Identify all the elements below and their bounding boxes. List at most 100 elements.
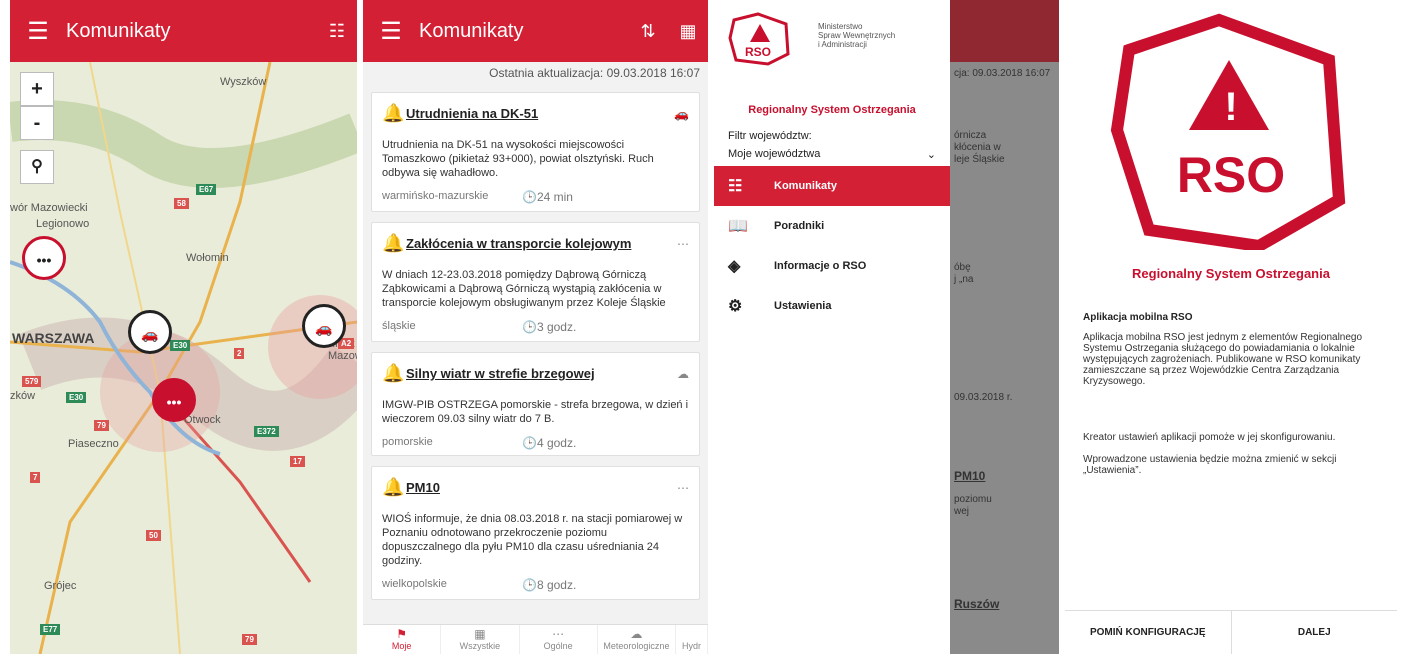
list-view-icon[interactable]: ☷ bbox=[317, 21, 357, 42]
alert-time: 8 godz. bbox=[536, 578, 577, 592]
alert-title[interactable]: PM10 bbox=[406, 480, 677, 495]
city-label: WARSZAWA bbox=[12, 330, 95, 346]
alert-time: 3 godz. bbox=[536, 320, 577, 334]
alert-body: IMGW-PIB OSTRZEGA pomorskie - strefa brz… bbox=[382, 399, 689, 425]
skip-config-button[interactable]: POMIŃ KONFIGURACJĘ bbox=[1065, 611, 1232, 654]
list-screen: ☰ Komunikaty ⇅ ▦ Ostatnia aktualizacja: … bbox=[363, 0, 708, 654]
intro-paragraph: Wprowadzone ustawienia będzie można zmie… bbox=[1083, 454, 1337, 476]
general-alert-pin[interactable]: ••• bbox=[152, 378, 196, 422]
clock-icon: 🕒 bbox=[522, 578, 537, 592]
tab-meteorologiczne[interactable]: ☁ Meteorologiczne bbox=[598, 625, 677, 654]
dimmed-app-bar bbox=[950, 0, 1059, 62]
clock-icon: 🕒 bbox=[522, 320, 537, 334]
list-icon: ☷ bbox=[728, 178, 743, 195]
sort-icon[interactable]: ⇅ bbox=[628, 21, 668, 42]
alert-card[interactable]: 🔔 Silny wiatr w strefie brzegowej ☁ IMGW… bbox=[371, 352, 700, 456]
alert-title[interactable]: Utrudnienia na DK-51 bbox=[406, 106, 674, 121]
road-badge: 50 bbox=[146, 530, 161, 541]
rso-logo: ! RSO bbox=[1110, 13, 1346, 250]
more-icon: ⋯ bbox=[552, 627, 565, 641]
alert-region: wielkopolskie bbox=[382, 578, 447, 590]
svg-text:!: ! bbox=[1224, 85, 1237, 129]
general-alert-pin[interactable]: ••• bbox=[22, 236, 66, 280]
tab-ogolne[interactable]: ⋯ Ogólne bbox=[520, 625, 598, 654]
alert-region: pomorskie bbox=[382, 436, 433, 448]
alert-card[interactable]: 🔔 PM10 ⋯ WIOŚ informuje, że dnia 08.03.2… bbox=[371, 466, 700, 600]
drawer-screen: cja: 09.03.2018 16:07 órnicza kłócenia w… bbox=[714, 0, 1059, 654]
menu-item-ustawienia[interactable]: ⚙ Ustawienia bbox=[714, 286, 950, 326]
road-badge: E30 bbox=[66, 392, 87, 403]
weather-icon: ☁ bbox=[630, 627, 643, 641]
svg-text:RSO: RSO bbox=[1177, 147, 1285, 203]
road-badge: E30 bbox=[170, 340, 191, 351]
map-view-icon[interactable]: ▦ bbox=[668, 21, 708, 42]
road-badge: 79 bbox=[242, 634, 257, 645]
alert-time: 24 min bbox=[536, 190, 573, 204]
app-title: Komunikaty bbox=[66, 19, 171, 42]
svg-text:RSO: RSO bbox=[745, 45, 771, 59]
city-label: Piaseczno bbox=[68, 438, 119, 450]
bell-icon: 🔔 bbox=[382, 103, 405, 123]
city-label: wór Mazowiecki bbox=[10, 202, 88, 214]
city-label: Wołomin bbox=[186, 252, 229, 264]
road-badge: 2 bbox=[234, 348, 245, 359]
city-label: Grójec bbox=[44, 580, 77, 592]
traffic-alert-pin[interactable]: 🚗 bbox=[128, 310, 172, 354]
next-button[interactable]: DALEJ bbox=[1232, 611, 1398, 654]
clock-icon: 🕒 bbox=[522, 190, 537, 204]
road-badge: E67 bbox=[196, 184, 217, 195]
city-label: Wyszków bbox=[220, 76, 267, 88]
alert-title[interactable]: Silny wiatr w strefie brzegowej bbox=[406, 366, 677, 381]
menu-item-informacje[interactable]: ◈ Informacje o RSO bbox=[714, 246, 950, 286]
wizard-buttons: POMIŃ KONFIGURACJĘ DALEJ bbox=[1065, 610, 1397, 654]
welcome-screen: ! RSO Regionalny System Ostrzegania Apli… bbox=[1065, 0, 1397, 654]
alert-body: WIOŚ informuje, że dnia 08.03.2018 r. na… bbox=[382, 513, 683, 567]
alert-card[interactable]: 🔔 Zakłócenia w transporcie kolejowym ⋯ W… bbox=[371, 222, 700, 342]
user-icon: ⚑ bbox=[396, 627, 408, 641]
road-badge: 7 bbox=[30, 472, 41, 483]
region-filter-select[interactable]: Moje województwa ⌄ bbox=[728, 148, 936, 161]
city-label: Otwock bbox=[184, 414, 221, 426]
car-icon: 🚗 bbox=[674, 106, 689, 121]
menu-item-komunikaty[interactable]: ☷ Komunikaty bbox=[714, 166, 950, 206]
map-view[interactable]: + - ⚲ Wyszków wór Mazowiecki Legionowo W… bbox=[10, 62, 357, 654]
weather-icon: ☁ bbox=[677, 366, 689, 381]
clock-icon: 🕒 bbox=[522, 436, 537, 450]
app-name: Regionalny System Ostrzegania bbox=[1132, 266, 1330, 281]
tab-moje[interactable]: ⚑ Moje bbox=[363, 625, 442, 654]
tab-wszystkie[interactable]: ▦ Wszystkie bbox=[441, 625, 520, 654]
intro-paragraph: Kreator ustawień aplikacji pomoże w jej … bbox=[1083, 432, 1336, 443]
intro-paragraph: Aplikacja mobilna RSO jest jednym z elem… bbox=[1083, 332, 1363, 387]
zoom-out-button[interactable]: - bbox=[20, 106, 54, 140]
book-icon: 📖 bbox=[728, 218, 748, 235]
alert-card[interactable]: 🔔 Utrudnienia na DK-51 🚗 Utrudnienia na … bbox=[371, 92, 700, 212]
menu-item-poradniki[interactable]: 📖 Poradniki bbox=[714, 206, 950, 246]
road-badge: 58 bbox=[174, 198, 189, 209]
menu-icon[interactable]: ☰ bbox=[10, 17, 66, 46]
alert-title[interactable]: Zakłócenia w transporcie kolejowym bbox=[406, 236, 677, 251]
rso-icon: ◈ bbox=[728, 258, 741, 275]
last-updated: Ostatnia aktualizacja: 09.03.2018 16:07 bbox=[489, 66, 700, 80]
zoom-in-button[interactable]: + bbox=[20, 72, 54, 106]
chevron-down-icon: ⌄ bbox=[926, 149, 936, 161]
gear-icon: ⚙ bbox=[728, 298, 743, 315]
tab-hydro[interactable]: Hydr bbox=[676, 625, 708, 654]
alert-region: warmińsko-mazurskie bbox=[382, 190, 489, 202]
alert-time: 4 godz. bbox=[536, 436, 577, 450]
alert-body: W dniach 12-23.03.2018 pomiędzy Dąbrową … bbox=[382, 269, 666, 309]
locate-me-icon[interactable]: ⚲ bbox=[20, 150, 54, 184]
ministry-label: Ministerstwo Spraw Wewnętrznych i Admini… bbox=[818, 22, 896, 49]
traffic-alert-pin[interactable]: 🚗 bbox=[302, 304, 346, 348]
map-screen: ☰ Komunikaty ☷ + - ⚲ Wyszków wór Mazowie… bbox=[10, 0, 357, 654]
alert-body: Utrudnienia na DK-51 na wysokości miejsc… bbox=[382, 139, 654, 179]
grid-icon: ▦ bbox=[474, 627, 486, 641]
navigation-drawer: RSO Ministerstwo Spraw Wewnętrznych i Ad… bbox=[714, 0, 950, 654]
more-icon: ⋯ bbox=[677, 236, 689, 251]
road-badge: 579 bbox=[22, 376, 42, 387]
app-bar: ☰ Komunikaty ☷ bbox=[10, 0, 357, 62]
road-badge: E77 bbox=[40, 624, 61, 635]
road-badge: 17 bbox=[290, 456, 305, 467]
filter-label: Filtr województw: bbox=[728, 130, 812, 142]
menu-icon[interactable]: ☰ bbox=[363, 17, 419, 46]
city-label: zków bbox=[10, 390, 36, 402]
